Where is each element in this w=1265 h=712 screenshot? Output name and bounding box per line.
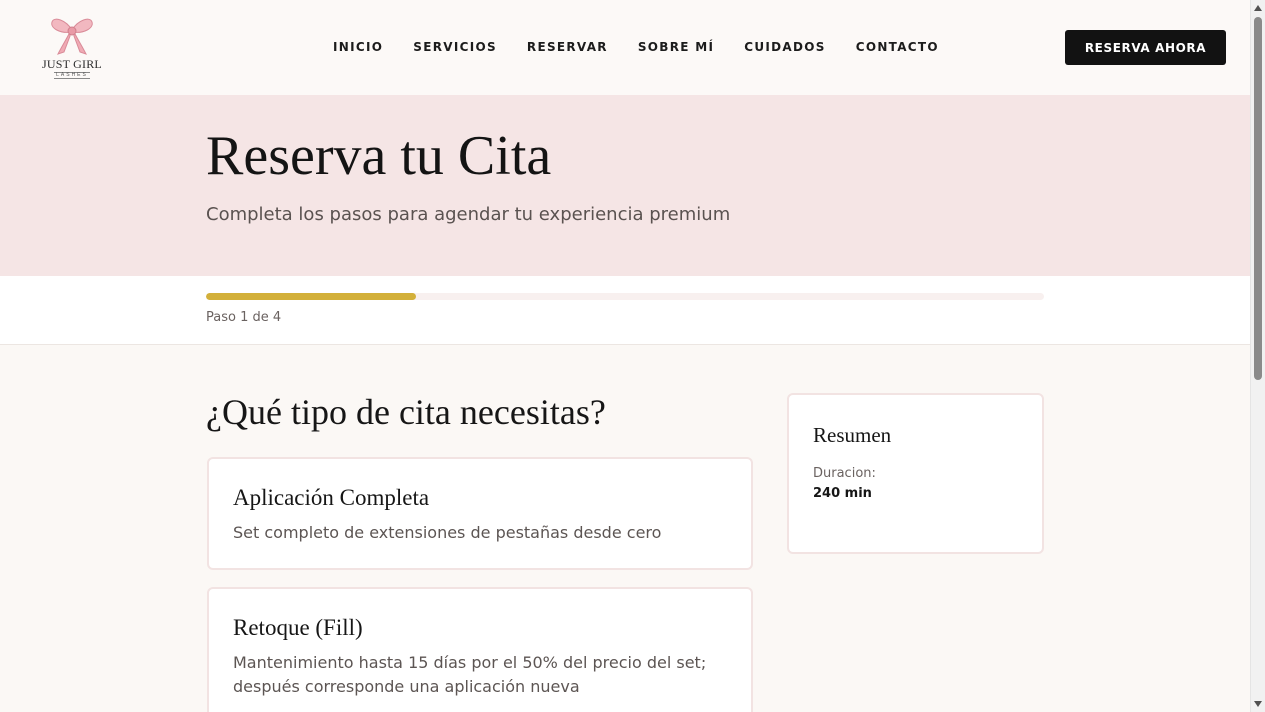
reserva-ahora-button[interactable]: RESERVA AHORA [1065, 30, 1226, 65]
pink-bow-icon [48, 14, 96, 56]
progress-section: Paso 1 de 4 [0, 276, 1250, 345]
nav-item-inicio[interactable]: INICIO [318, 38, 398, 56]
brand-name: JUST GIRL [42, 57, 102, 71]
scroll-up-icon[interactable] [1254, 5, 1262, 11]
nav-item-sobre-mi[interactable]: SOBRE MÍ [623, 38, 729, 56]
hero-section: Reserva tu Cita Completa los pasos para … [0, 95, 1250, 276]
option-title: Aplicación Completa [233, 485, 430, 510]
progress-fill [206, 293, 416, 300]
nav-item-contacto[interactable]: CONTACTO [841, 38, 954, 56]
option-title: Retoque (Fill) [233, 615, 363, 640]
site-header: JUST GIRL LASHES INICIO SERVICIOS RESERV… [0, 0, 1250, 95]
summary-card: Resumen Duracion: 240 min [787, 393, 1044, 554]
nav-item-cuidados[interactable]: CUIDADOS [729, 38, 840, 56]
page-scrollbar[interactable] [1250, 0, 1265, 712]
scrollbar-thumb[interactable] [1254, 17, 1262, 380]
scroll-down-icon[interactable] [1254, 701, 1262, 707]
duration-label: Duracion: [813, 466, 876, 481]
page-subtitle: Completa los pasos para agendar tu exper… [206, 204, 731, 225]
brand-logo[interactable]: JUST GIRL LASHES [36, 14, 108, 82]
page-title: Reserva tu Cita [206, 125, 552, 187]
step-question: ¿Qué tipo de cita necesitas? [206, 392, 606, 432]
option-card-aplicacion-completa[interactable]: Aplicación Completa Set completo de exte… [207, 457, 753, 570]
progress-label: Paso 1 de 4 [206, 310, 282, 325]
summary-title: Resumen [813, 423, 892, 447]
nav-item-reservar[interactable]: RESERVAR [512, 38, 623, 56]
option-card-retoque[interactable]: Retoque (Fill) Mantenimiento hasta 15 dí… [207, 587, 753, 712]
main-nav: INICIO SERVICIOS RESERVAR SOBRE MÍ CUIDA… [318, 38, 954, 56]
duration-value: 240 min [813, 486, 872, 501]
nav-item-servicios[interactable]: SERVICIOS [398, 38, 512, 56]
option-description: Set completo de extensiones de pestañas … [233, 523, 662, 542]
brand-tagline: LASHES [54, 72, 90, 79]
progress-bar [206, 293, 1044, 300]
option-description: Mantenimiento hasta 15 días por el 50% d… [233, 653, 707, 696]
